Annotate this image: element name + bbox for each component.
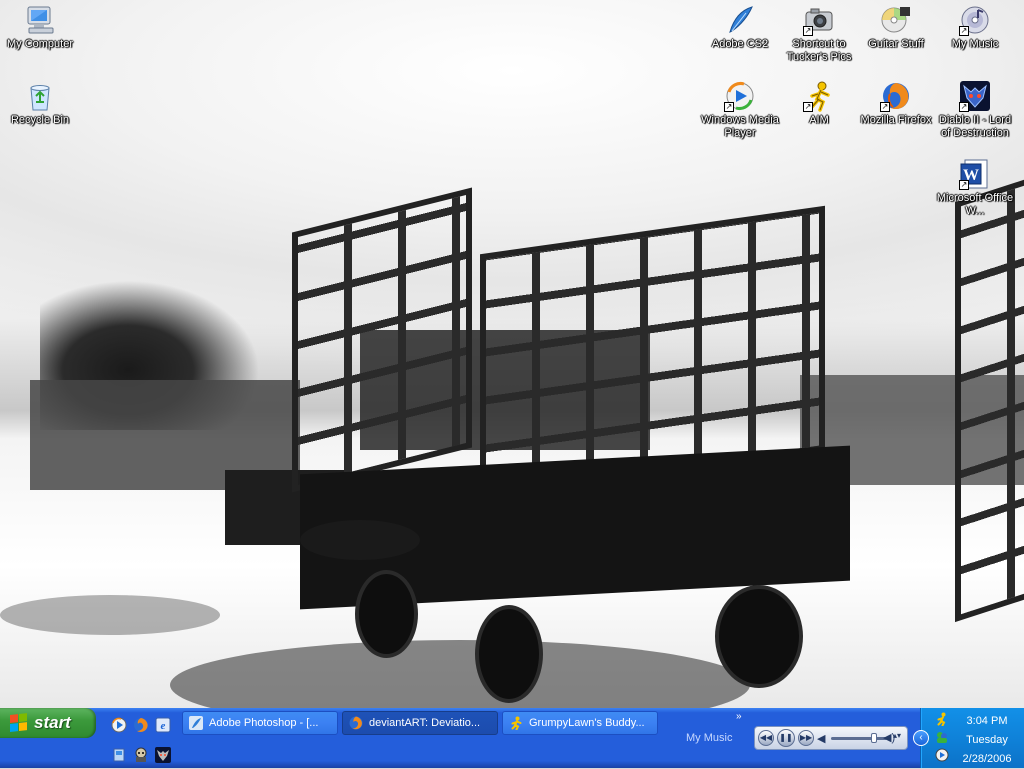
desktop-icon-label: AIM <box>809 114 829 126</box>
shortcut-arrow-icon: ↗ <box>803 102 813 112</box>
photoshop-icon <box>189 716 203 730</box>
shortcut-arrow-icon: ↗ <box>803 26 813 36</box>
desktop-icon-tuckers-pics[interactable]: ↗ Shortcut to Tucker's Pics <box>779 4 859 64</box>
task-button-label: GrumpyLawn's Buddy... <box>529 717 645 729</box>
show-hidden-icons-chevron-icon[interactable]: ‹ <box>913 730 929 746</box>
tray-media-player-icon[interactable] <box>935 748 949 762</box>
desktop-icon-my-computer[interactable]: My Computer <box>0 4 80 51</box>
shortcut-arrow-icon: ↗ <box>959 26 969 36</box>
desktop-icon-microsoft-word[interactable]: W ↗ Microsoft Office W... <box>935 158 1015 218</box>
media-player-icon: ↗ <box>724 80 756 112</box>
desktop-icon-label: Mozilla Firefox <box>860 114 932 126</box>
recycle-bin-icon <box>24 80 56 112</box>
adobe-feather-icon <box>724 4 756 36</box>
word-icon: W ↗ <box>959 158 991 190</box>
system-tray: ‹ 3:04 PM Tuesday 2/28/2006 <box>913 708 1024 769</box>
task-button-buddy-list[interactable]: GrumpyLawn's Buddy... <box>502 711 658 735</box>
camera-icon: ↗ <box>803 4 835 36</box>
firefox-icon <box>349 716 363 730</box>
quick-launch-desktop-icon[interactable] <box>110 746 128 764</box>
task-button-label: Adobe Photoshop - [... <box>209 717 319 729</box>
windows-logo-icon <box>10 713 28 733</box>
shortcut-arrow-icon: ↗ <box>959 180 969 190</box>
desktop-icon-label: Guitar Stuff <box>868 38 924 50</box>
music-disc-icon: ↗ <box>959 4 991 36</box>
desktop-icon-label: Microsoft Office W... <box>936 192 1014 217</box>
shortcut-arrow-icon: ↗ <box>880 102 890 112</box>
clock-date: 2/28/2006 <box>962 753 1012 765</box>
task-button-label: deviantART: Deviatio... <box>369 717 481 729</box>
desktop-icon-aim[interactable]: ↗ AIM <box>779 80 859 127</box>
wallpaper-shadow <box>300 520 420 560</box>
desktop-icon-label: Diablo II - Lord of Destruction <box>938 114 1012 139</box>
desktop-icon-label: Windows Media Player <box>701 114 779 139</box>
task-button-photoshop[interactable]: Adobe Photoshop - [... <box>182 711 338 735</box>
quick-launch-game-character-icon[interactable] <box>132 746 150 764</box>
desktop-icon-recycle-bin[interactable]: Recycle Bin <box>0 80 80 127</box>
wallpaper-wagon-rack-left <box>292 187 472 493</box>
shortcut-arrow-icon: ↗ <box>959 102 969 112</box>
svg-text:e: e <box>161 720 166 732</box>
diablo-icon: ↗ <box>959 80 991 112</box>
quick-launch-toolbar: e <box>106 712 174 764</box>
media-toolbar-label: My Music <box>686 732 733 744</box>
quick-launch-firefox-icon[interactable] <box>132 716 150 734</box>
wallpaper-ground-shadow <box>170 640 750 708</box>
wallpaper-wheel <box>475 605 543 703</box>
shortcut-arrow-icon: ↗ <box>724 102 734 112</box>
task-button-deviantart[interactable]: deviantART: Deviatio... <box>342 711 498 735</box>
media-player-toolbar: ◀◀ ❚❚ ▶▶ ◀ ◀) ▴▾ <box>754 726 908 750</box>
quick-launch-browser-icon[interactable]: e <box>154 716 172 734</box>
desktop-icon-diablo-ii[interactable]: ↗ Diablo II - Lord of Destruction <box>935 80 1015 140</box>
aim-runner-icon: ↗ <box>803 80 835 112</box>
quick-launch-diablo-icon[interactable] <box>154 746 172 764</box>
desktop-icon-guitar-stuff[interactable]: Guitar Stuff <box>856 4 936 51</box>
previous-track-button[interactable]: ◀◀ <box>758 730 774 746</box>
desktop-icon-label: Recycle Bin <box>10 114 70 126</box>
wallpaper-wheel <box>715 585 803 688</box>
desktop-icon-label: Shortcut to Tucker's Pics <box>786 38 852 63</box>
wallpaper-shadow <box>0 595 220 635</box>
desktop-icon-label: My Computer <box>6 38 74 50</box>
wallpaper-wagon-rack-right <box>955 177 1024 623</box>
desktop-icon-windows-media-player[interactable]: ↗ Windows Media Player <box>700 80 780 140</box>
desktop-icon-label: Adobe CS2 <box>711 38 769 50</box>
taskbar: start e Adobe Photoshop - [... deviantAR… <box>0 708 1024 768</box>
desktop-icon-adobe-cs2[interactable]: Adobe CS2 <box>700 4 780 51</box>
clock-day: Tuesday <box>966 734 1008 746</box>
desktop-icon-label: My Music <box>951 38 999 50</box>
cd-folder-icon <box>880 4 912 36</box>
tray-aim-icon[interactable] <box>935 712 949 727</box>
clock-time: 3:04 PM <box>966 715 1008 727</box>
start-button[interactable]: start <box>0 708 96 738</box>
wallpaper-wheel <box>355 570 418 658</box>
restore-player-icon[interactable]: ▴▾ <box>893 731 903 745</box>
tray-messenger-icon[interactable] <box>935 730 949 744</box>
pause-button[interactable]: ❚❚ <box>777 729 795 747</box>
speaker-icon: ◀ <box>817 733 826 745</box>
aim-runner-icon <box>509 716 523 731</box>
computer-icon <box>24 4 56 36</box>
volume-slider-knob[interactable] <box>871 733 877 743</box>
firefox-icon: ↗ <box>880 80 912 112</box>
taskbar-expand-chevron-icon[interactable]: » <box>736 711 741 722</box>
desktop-icon-mozilla-firefox[interactable]: ↗ Mozilla Firefox <box>856 80 936 127</box>
start-label: start <box>34 713 71 732</box>
desktop-icon-my-music[interactable]: ↗ My Music <box>935 4 1015 51</box>
next-track-button[interactable]: ▶▶ <box>798 730 814 746</box>
clock[interactable]: 3:04 PM Tuesday 2/28/2006 <box>951 712 1023 769</box>
quick-launch-media-player-icon[interactable] <box>110 716 128 734</box>
volume-slider[interactable] <box>831 733 887 743</box>
